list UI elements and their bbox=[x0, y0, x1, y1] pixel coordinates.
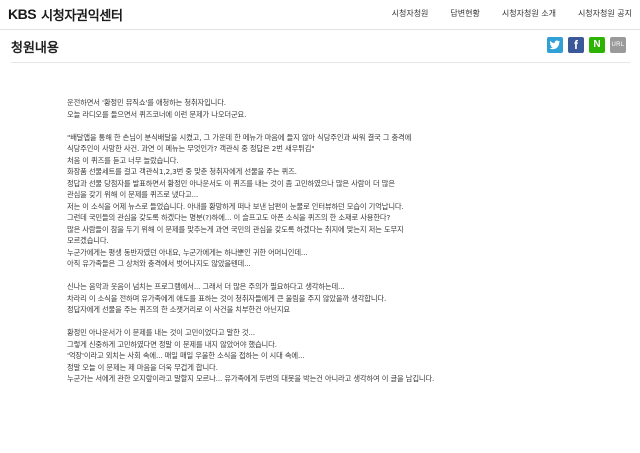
petition-text-line: 식당주인이 사망한 사건. 과연 이 메뉴는 무엇인가? 객관식 중 정답은 2… bbox=[67, 144, 315, 153]
url-copy-label: URL bbox=[611, 42, 625, 48]
nav-item-petition[interactable]: 시청자청원 bbox=[392, 8, 429, 19]
petition-text-line: "배달앱을 통해 한 손님이 분식배달을 시켰고, 그 가운데 한 메뉴가 마음… bbox=[67, 132, 412, 142]
petition-text-line: 아직 유가족들은 그 상처와 충격에서 벗어나지도 않았을텐데... bbox=[67, 259, 251, 268]
site-brand[interactable]: KBS 시청자권익센터 bbox=[8, 3, 123, 25]
petition-content: 운전하면서 '황정민 뮤직쇼'를 애청하는 청취자입니다. 오늘 라디오를 들으면… bbox=[67, 97, 587, 385]
petition-text-line: 정답과 선물 당첨자를 발표하면서 황정민 아나운서도 이 퀴즈를 내는 것이 … bbox=[67, 178, 395, 188]
kbs-logo[interactable]: KBS bbox=[8, 6, 37, 22]
naver-icon: N bbox=[593, 39, 601, 50]
petition-text-line: 많은 사람들이 참을 두기 위해 이 문제를 맞추는게 과연 국민의 관심을 갖… bbox=[67, 224, 404, 234]
petition-text-line: 처음 이 퀴즈를 듣고 너무 놀랐습니다. bbox=[67, 155, 179, 165]
nav-item-about[interactable]: 시청자청원 소개 bbox=[502, 8, 556, 19]
petition-text-line: '억장'이라고 외치는 사회 속에... 매일 매일 우울한 소식을 접하는 이… bbox=[67, 351, 305, 360]
petition-text-line: 모르겠습니다. bbox=[67, 236, 109, 245]
petition-text-line: 그렇게 신중하게 고민하였다면 정말 이 문제를 내지 않았어야 했습니다. bbox=[67, 339, 277, 349]
petition-text-line: 차라리 이 소식을 전하며 유가족에게 애도를 표하는 것이 청취자들에게 큰 … bbox=[67, 293, 387, 303]
petition-text-line: 화장품 선물세트를 걸고 객관식1,2,3번 중 맞춘 청취자에게 선물을 주는… bbox=[67, 167, 297, 176]
facebook-share-button[interactable]: f bbox=[568, 37, 584, 53]
petition-text-line: 누군가는 서에게 관한 오지랖이라고 말할지 모르나... 유가족에게 두번의 … bbox=[67, 374, 435, 383]
share-bar: f N URL bbox=[542, 37, 626, 53]
petition-text-line: 정답자에게 선물을 주는 퀴즈의 한 소잿거리로 이 사건을 치부한건 아닌지요 bbox=[67, 305, 290, 314]
page-title: 청원내용 bbox=[11, 41, 59, 56]
twitter-share-button[interactable] bbox=[547, 37, 563, 53]
main-nav: 시청자청원 답변현황 시청자청원 소개 시청자청원 공지 bbox=[370, 8, 632, 19]
site-name[interactable]: 시청자권익센터 bbox=[41, 5, 123, 24]
petition-text-line: 운전하면서 '황정민 뮤직쇼'를 애청하는 청취자입니다. bbox=[67, 98, 226, 107]
nav-item-answers[interactable]: 답변현황 bbox=[450, 8, 479, 19]
petition-text-line: 정말 오늘 이 문제는 제 마음을 더욱 무겁게 합니다. bbox=[67, 362, 218, 372]
petition-text-line: 관심을 갖기 위해 이 문제를 퀴즈로 냈다고... bbox=[67, 190, 199, 199]
url-copy-button[interactable]: URL bbox=[610, 37, 626, 53]
petition-text-line: 황정민 아나운서가 이 문제를 내는 것이 고민이었다고 말한 것... bbox=[67, 328, 255, 337]
title-divider bbox=[11, 62, 630, 63]
naver-share-button[interactable]: N bbox=[589, 37, 605, 53]
twitter-icon bbox=[549, 40, 560, 50]
facebook-icon: f bbox=[574, 38, 578, 52]
nav-item-notice[interactable]: 시청자청원 공지 bbox=[578, 8, 632, 19]
petition-text-line: 저는 이 소식을 어제 뉴스로 들었습니다. 아내를 황망하게 떠나 보낸 남편… bbox=[67, 201, 404, 211]
site-header: KBS 시청자권익센터 시청자청원 답변현황 시청자청원 소개 시청자청원 공지 bbox=[0, 0, 640, 30]
petition-text-line: 그런데 국민들의 관심을 갖도록 하겠다는 명분(?)하에... 이 슬프고도 … bbox=[67, 213, 391, 222]
petition-text-line: 신나는 음악과 웃음이 넘치는 프로그램에서... 그래서 더 많은 주의가 필… bbox=[67, 282, 345, 291]
petition-text-line: 누군가에게는 평생 동반자였던 아내요, 누군가에게는 하나뿐인 귀한 어머니인… bbox=[67, 247, 308, 257]
petition-text-line: 오늘 라디오를 들으면서 퀴즈코너에 이런 문제가 나오더군요. bbox=[67, 109, 247, 119]
